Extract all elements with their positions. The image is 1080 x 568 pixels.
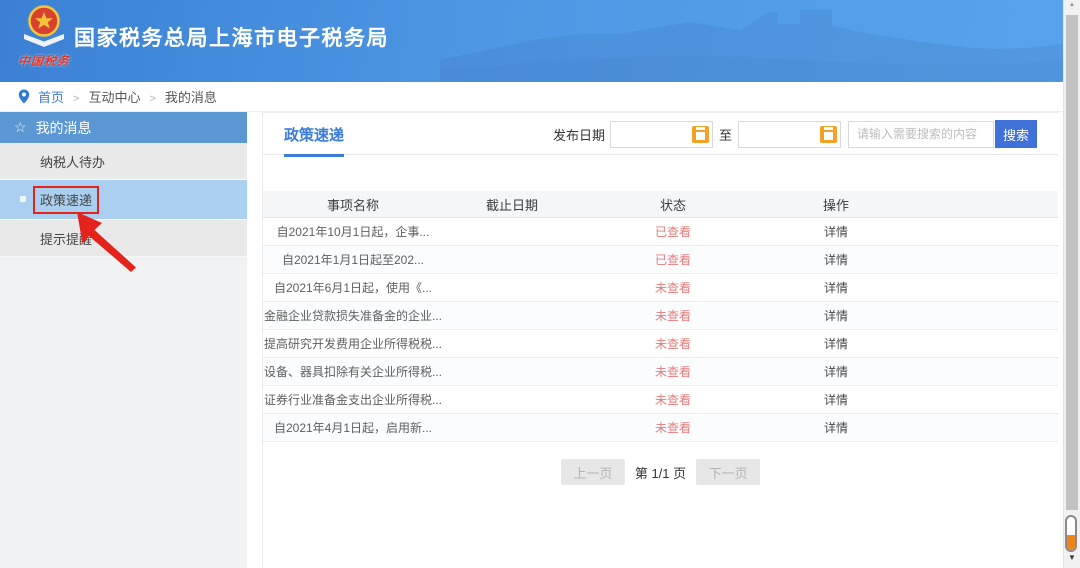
breadcrumb-separator: >: [73, 93, 79, 105]
breadcrumb-separator: >: [149, 93, 155, 105]
table-body: 自2021年10月1日起，企事...已查看详情自2021年1月1日起至202..…: [263, 218, 1058, 442]
publish-date-label: 发布日期: [553, 125, 605, 144]
table-row: 自2021年1月1日起至202... 已查看详情: [263, 246, 1058, 274]
breadcrumb-item: 我的消息: [165, 90, 217, 105]
tab-bar: 政策速递 发布日期 至 搜索: [263, 113, 1058, 155]
scroll-down-icon[interactable]: ▼: [1064, 553, 1080, 562]
sidebar-item-label: 政策速递: [33, 186, 99, 214]
item-name-cell: 自2021年6月1日起，使用《...: [263, 279, 443, 296]
status-badge: 已查看: [581, 223, 765, 240]
vertical-scrollbar[interactable]: ▲ ▼: [1063, 0, 1080, 568]
greatwall-background-image: [440, 0, 1080, 82]
sidebar-item[interactable]: 政策速递: [0, 180, 247, 220]
table-row: 提高研究开发费用企业所得税税... 未查看详情: [263, 330, 1058, 358]
detail-link[interactable]: 详情: [765, 223, 907, 240]
selected-marker-icon: [20, 196, 26, 202]
status-badge: 未查看: [581, 307, 765, 324]
page-info: 第 1/1 页: [635, 463, 686, 482]
sidebar-item[interactable]: 提示提醒: [0, 220, 247, 257]
item-name-cell: 证券行业准备金支出企业所得税...: [263, 391, 443, 408]
pagination: 上一页 第 1/1 页 下一页: [263, 459, 1058, 485]
table-header-row: 事项名称截止日期状态操作: [263, 191, 1058, 218]
sidebar-item[interactable]: 纳税人待办: [0, 143, 247, 180]
table-row: 证券行业准备金支出企业所得税... 未查看详情: [263, 386, 1058, 414]
detail-link[interactable]: 详情: [765, 307, 907, 324]
date-from-wrap: [610, 121, 713, 148]
scroll-up-icon[interactable]: ▲: [1064, 2, 1080, 14]
search-button[interactable]: 搜索: [995, 120, 1037, 148]
item-name-cell: 自2021年1月1日起至202...: [263, 251, 443, 268]
scroll-progress-capsule: [1065, 515, 1077, 552]
column-header: 事项名称: [263, 195, 443, 214]
prev-page-button[interactable]: 上一页: [561, 459, 625, 485]
item-name-cell: 设备、器具扣除有关企业所得税...: [263, 363, 443, 380]
detail-link[interactable]: 详情: [765, 251, 907, 268]
detail-link[interactable]: 详情: [765, 391, 907, 408]
item-name-cell: 金融企业贷款损失准备金的企业...: [263, 307, 443, 324]
sidebar-group-label: 我的消息: [36, 118, 92, 138]
search-input[interactable]: [848, 121, 994, 148]
detail-link[interactable]: 详情: [765, 363, 907, 380]
tax-bureau-logo: 中国税务: [16, 4, 72, 78]
detail-link[interactable]: 详情: [765, 279, 907, 296]
date-to-wrap: [738, 121, 841, 148]
national-emblem-icon: [22, 4, 66, 50]
status-badge: 已查看: [581, 251, 765, 268]
calendar-icon[interactable]: [692, 126, 709, 143]
status-badge: 未查看: [581, 391, 765, 408]
sidebar-item-label: 纳税人待办: [40, 152, 105, 171]
scrollbar-thumb[interactable]: [1066, 15, 1078, 510]
next-page-button[interactable]: 下一页: [696, 459, 760, 485]
table-row: 设备、器具扣除有关企业所得税... 未查看详情: [263, 358, 1058, 386]
breadcrumb-items: 首页 > 互动中心 > 我的消息: [38, 87, 217, 106]
scroll-progress-fill: [1067, 535, 1075, 550]
status-badge: 未查看: [581, 363, 765, 380]
detail-link[interactable]: 详情: [765, 335, 907, 352]
sidebar: ☆ 我的消息 纳税人待办政策速递提示提醒: [0, 112, 247, 568]
location-pin-icon: [18, 89, 30, 104]
item-name-cell: 提高研究开发费用企业所得税税...: [263, 335, 443, 352]
date-to-label: 至: [719, 125, 732, 144]
breadcrumb-item[interactable]: 首页: [38, 90, 64, 105]
status-badge: 未查看: [581, 279, 765, 296]
status-badge: 未查看: [581, 419, 765, 436]
logo-caption: 中国税务: [15, 52, 73, 69]
star-icon: ☆: [14, 119, 27, 136]
item-name-cell: 自2021年10月1日起，企事...: [263, 223, 443, 240]
table-row: 自2021年6月1日起，使用《... 未查看详情: [263, 274, 1058, 302]
page-title: 国家税务总局上海市电子税务局: [74, 22, 389, 52]
column-header: 状态: [581, 195, 765, 214]
tab-policy-express[interactable]: 政策速递: [284, 124, 344, 157]
page: 中国税务 国家税务总局上海市电子税务局 首页 > 互动中心 > 我的消息 ☆ 我的消息 …: [0, 0, 1080, 568]
breadcrumb-item[interactable]: 互动中心: [88, 90, 140, 105]
detail-link[interactable]: 详情: [765, 419, 907, 436]
breadcrumb: 首页 > 互动中心 > 我的消息: [0, 82, 1063, 112]
sidebar-items: 纳税人待办政策速递提示提醒: [0, 143, 247, 257]
table-row: 自2021年4月1日起，启用新... 未查看详情: [263, 414, 1058, 442]
status-badge: 未查看: [581, 335, 765, 352]
filter-bar: 发布日期 至 搜索: [553, 120, 1037, 148]
table-row: 自2021年10月1日起，企事... 已查看详情: [263, 218, 1058, 246]
sidebar-item-label: 提示提醒: [40, 229, 92, 248]
column-header: 截止日期: [443, 195, 581, 214]
message-table: 事项名称截止日期状态操作 自2021年10月1日起，企事...已查看详情自202…: [263, 191, 1058, 442]
calendar-icon[interactable]: [820, 126, 837, 143]
table-row: 金融企业贷款损失准备金的企业... 未查看详情: [263, 302, 1058, 330]
column-header: 操作: [765, 195, 907, 214]
item-name-cell: 自2021年4月1日起，启用新...: [263, 419, 443, 436]
app-header: 中国税务 国家税务总局上海市电子税务局: [0, 0, 1080, 82]
main-panel: 政策速递 发布日期 至 搜索 事项名称截止日期状态操作 自2021年10月1日起…: [262, 112, 1058, 568]
sidebar-group-header[interactable]: ☆ 我的消息: [0, 112, 247, 143]
